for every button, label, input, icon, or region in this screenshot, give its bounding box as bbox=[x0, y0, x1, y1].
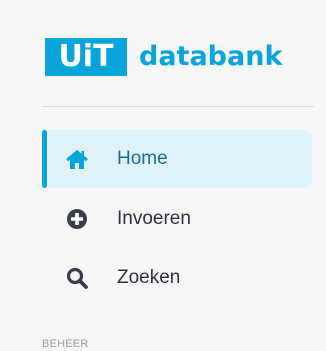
app-logo[interactable]: UiT databank bbox=[45, 38, 282, 76]
sidebar-item-label: Home bbox=[117, 148, 168, 169]
search-icon bbox=[65, 266, 89, 290]
sidebar-item-invoeren[interactable]: Invoeren bbox=[42, 190, 312, 248]
logo-badge: UiT bbox=[45, 38, 127, 76]
sidebar-item-label: Zoeken bbox=[117, 267, 181, 288]
plus-circle-icon bbox=[65, 207, 89, 231]
sidebar-item-zoeken[interactable]: Zoeken bbox=[42, 249, 312, 307]
sidebar-item-label: Invoeren bbox=[117, 208, 191, 229]
sidebar: UiT databank Home Invoeren Zoeken BEHEER bbox=[0, 0, 326, 351]
sidebar-item-home[interactable]: Home bbox=[42, 130, 312, 188]
sidebar-divider bbox=[42, 106, 314, 107]
logo-wordmark: databank bbox=[139, 41, 283, 72]
section-heading-beheer: BEHEER bbox=[42, 338, 89, 350]
home-icon bbox=[65, 147, 89, 171]
